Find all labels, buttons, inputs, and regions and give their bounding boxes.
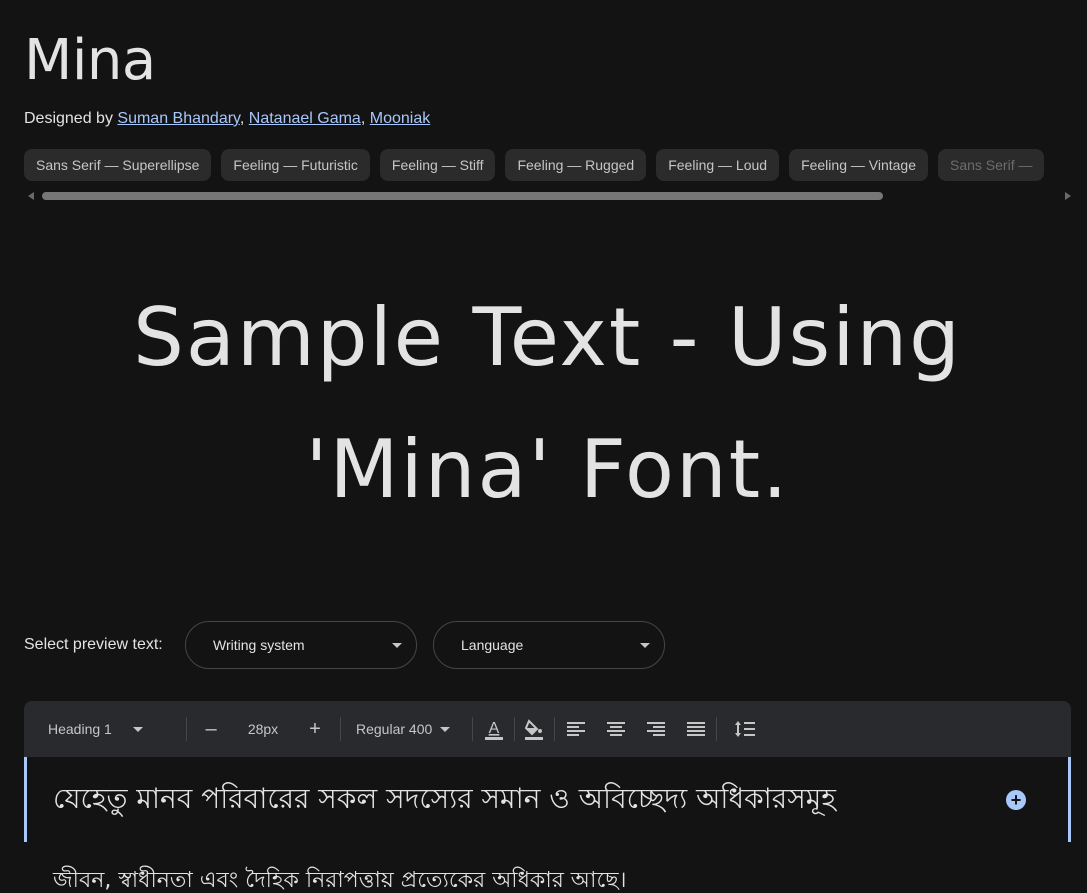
toolbar-divider	[716, 717, 717, 741]
align-left-icon	[567, 721, 585, 737]
scroll-right-icon[interactable]	[1065, 192, 1071, 200]
text-style-label: Heading 1	[48, 721, 112, 737]
chevron-down-icon	[392, 643, 402, 648]
designer-link[interactable]: Suman Bhandary	[117, 110, 239, 127]
editor-toolbar: Heading 1 – 28px + Regular 400 A	[24, 701, 1071, 757]
line-height-icon	[735, 721, 755, 737]
tag-chip[interactable]: Sans Serif — Superellipse	[24, 149, 212, 181]
horizontal-scrollbar[interactable]	[24, 190, 1071, 202]
designer-link[interactable]: Natanael Gama	[249, 110, 361, 127]
align-center-icon	[607, 721, 625, 737]
plus-icon: +	[309, 718, 321, 740]
align-left-button[interactable]	[564, 701, 588, 757]
font-weight-dropdown[interactable]: Regular 400	[356, 701, 460, 757]
text-color-icon: A	[485, 720, 503, 740]
tag-chip[interactable]: Feeling — Loud	[656, 149, 780, 181]
editor-active-line[interactable]: যেহেতু মানব পরিবারের সকল সদস্যের সমান ও …	[24, 757, 1071, 842]
language-label: Language	[461, 637, 524, 653]
decrease-size-button[interactable]: –	[200, 701, 222, 757]
scrollbar-thumb[interactable]	[42, 192, 883, 200]
highlight-icon	[524, 719, 543, 740]
align-right-button[interactable]	[644, 701, 668, 757]
chevron-down-icon	[132, 726, 143, 732]
toolbar-divider	[514, 717, 515, 741]
add-circle-icon[interactable]: +	[1006, 790, 1026, 810]
font-size-value[interactable]: 28px	[238, 701, 288, 757]
chevron-down-icon	[440, 726, 451, 732]
writing-system-dropdown[interactable]: Writing system	[185, 621, 417, 669]
tag-chips-scroller: Sans Serif — Superellipse Feeling — Futu…	[24, 149, 1087, 182]
writing-system-label: Writing system	[213, 637, 305, 653]
select-preview-label: Select preview text:	[24, 636, 163, 653]
tag-chip[interactable]: Feeling — Futuristic	[221, 149, 370, 181]
text-style-dropdown[interactable]: Heading 1	[48, 701, 166, 757]
tag-chip[interactable]: Feeling — Stiff	[379, 149, 496, 181]
text-color-button[interactable]: A	[482, 701, 506, 757]
font-title: Mina	[24, 28, 156, 93]
align-right-icon	[647, 721, 665, 737]
svg-text:A: A	[489, 720, 500, 737]
preview-sample-text: Sample Text - Using 'Mina' Font.	[133, 291, 962, 516]
line-height-button[interactable]	[732, 701, 758, 757]
preview-editor[interactable]: যেহেতু মানব পরিবারের সকল সদস্যের সমান ও …	[24, 757, 1071, 893]
language-dropdown[interactable]: Language	[433, 621, 665, 669]
chevron-down-icon	[640, 643, 650, 648]
highlight-color-button[interactable]	[522, 701, 546, 757]
editor-line-text[interactable]: যেহেতু মানব পরিবারের সকল সদস্যের সমান ও …	[53, 777, 836, 824]
minus-icon: –	[205, 718, 217, 740]
align-justify-icon	[687, 721, 705, 737]
toolbar-divider	[472, 717, 473, 741]
toolbar-divider	[186, 717, 187, 741]
toolbar-divider	[340, 717, 341, 741]
designer-line: Designed by Suman Bhandary, Natanael Gam…	[24, 110, 431, 127]
toolbar-divider	[554, 717, 555, 741]
designed-by-label: Designed by	[24, 110, 113, 127]
tag-chip[interactable]: Feeling — Rugged	[505, 149, 647, 181]
tag-chip[interactable]: Feeling — Vintage	[789, 149, 928, 181]
designer-link[interactable]: Mooniak	[370, 110, 430, 127]
editor-line-text[interactable]: জীবন, স্বাধীনতা এবং দৈহিক নিরাপত্তায় প্…	[53, 863, 627, 893]
tag-chips: Sans Serif — Superellipse Feeling — Futu…	[24, 149, 1087, 181]
align-justify-button[interactable]	[684, 701, 708, 757]
increase-size-button[interactable]: +	[304, 701, 326, 757]
font-specimen-page: Mina Designed by Suman Bhandary, Natanae…	[0, 0, 1087, 893]
scroll-left-icon[interactable]	[28, 192, 34, 200]
font-weight-label: Regular 400	[356, 721, 433, 737]
align-center-button[interactable]	[604, 701, 628, 757]
tag-chip[interactable]: Sans Serif —	[938, 149, 1045, 181]
